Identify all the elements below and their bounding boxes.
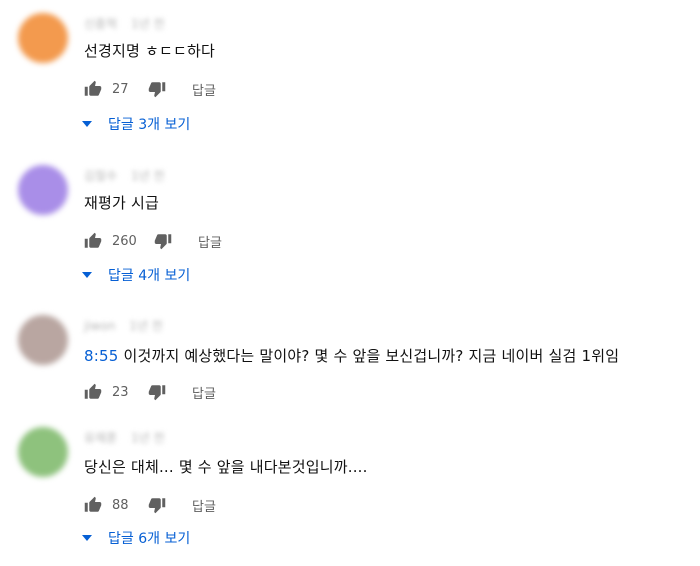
author-name[interactable]: 김철수 (84, 169, 117, 183)
comment-actions: 23 답글 (84, 381, 216, 403)
like-count: 260 (112, 233, 137, 249)
comment-content: 당신은 대체... 몇 수 앞을 내다본것입니까.... (84, 458, 368, 476)
comment-text: 선경지명 ㅎㄷㄷ하다 (84, 40, 215, 61)
reply-button[interactable]: 답글 (192, 80, 216, 99)
comment-time[interactable]: 1년 전 (129, 319, 163, 333)
comment-actions: 27 답글 (84, 78, 216, 100)
reply-button[interactable]: 답글 (192, 496, 216, 515)
view-replies-label: 답글 3개 보기 (108, 117, 191, 133)
avatar[interactable] (18, 315, 68, 365)
caret-down-icon (82, 535, 92, 541)
author-name[interactable]: 유재훈 (84, 431, 117, 445)
comment-time[interactable]: 1년 전 (131, 169, 165, 183)
author-name[interactable]: 신종혁 (84, 17, 117, 31)
like-icon[interactable] (84, 383, 102, 401)
comment-content: 재평가 시급 (84, 194, 159, 212)
like-count: 23 (112, 384, 129, 400)
like-icon[interactable] (84, 232, 102, 250)
author-line: 김철수 1년 전 (84, 167, 174, 184)
avatar[interactable] (18, 165, 68, 215)
dislike-icon[interactable] (148, 80, 166, 98)
author-line: jiwon 1년 전 (84, 317, 173, 334)
author-line: 유재훈 1년 전 (84, 429, 174, 446)
comment-content: 이것까지 예상했다는 말이야? 몇 수 앞을 보신겁니까? 지금 네이버 실검 … (123, 347, 620, 365)
comment-text: 재평가 시급 (84, 192, 159, 213)
comment-text: 8:55 이것까지 예상했다는 말이야? 몇 수 앞을 보신겁니까? 지금 네이… (84, 345, 619, 366)
dislike-icon[interactable] (148, 496, 166, 514)
caret-down-icon (82, 272, 92, 278)
comment-content: 선경지명 ㅎㄷㄷ하다 (84, 42, 215, 60)
reply-button[interactable]: 답글 (192, 383, 216, 402)
reply-button[interactable]: 답글 (198, 232, 222, 251)
view-replies-button[interactable]: 답글 6개 보기 (82, 527, 190, 549)
comment-text: 당신은 대체... 몇 수 앞을 내다본것입니까.... (84, 456, 368, 477)
author-name[interactable]: jiwon (84, 319, 115, 333)
comment-actions: 88 답글 (84, 494, 216, 516)
dislike-icon[interactable] (154, 232, 172, 250)
comment-time[interactable]: 1년 전 (131, 17, 165, 31)
view-replies-button[interactable]: 답글 4개 보기 (82, 264, 190, 286)
like-icon[interactable] (84, 496, 102, 514)
like-count: 88 (112, 497, 129, 513)
caret-down-icon (82, 121, 92, 127)
avatar[interactable] (18, 13, 68, 63)
comment-time[interactable]: 1년 전 (131, 431, 165, 445)
view-replies-button[interactable]: 답글 3개 보기 (82, 113, 190, 135)
like-count: 27 (112, 81, 129, 97)
timestamp-link[interactable]: 8:55 (84, 347, 118, 365)
dislike-icon[interactable] (148, 383, 166, 401)
avatar[interactable] (18, 427, 68, 477)
comment-actions: 260 답글 (84, 230, 222, 252)
like-icon[interactable] (84, 80, 102, 98)
view-replies-label: 답글 4개 보기 (108, 268, 191, 284)
author-line: 신종혁 1년 전 (84, 15, 174, 32)
view-replies-label: 답글 6개 보기 (108, 531, 191, 547)
